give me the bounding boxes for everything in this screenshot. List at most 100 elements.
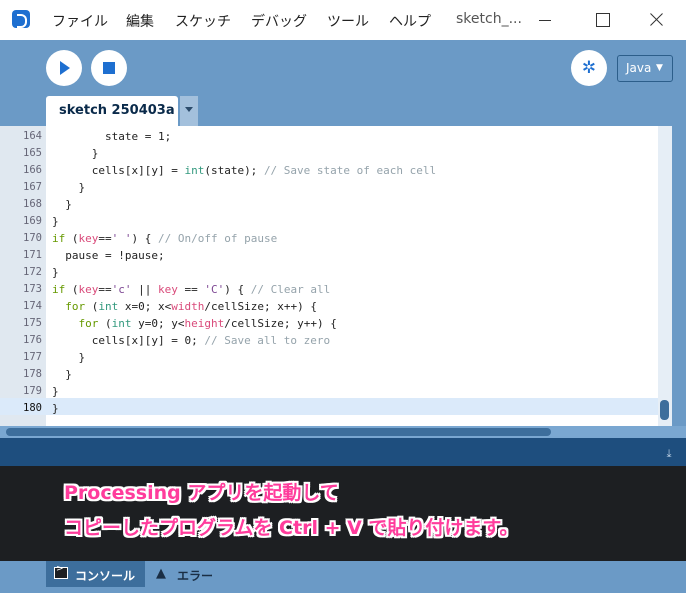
code-token: for <box>65 300 86 313</box>
maximize-button[interactable] <box>590 8 614 32</box>
line-number: 170 <box>23 232 42 244</box>
line-number: 176 <box>23 334 42 346</box>
code-line: } <box>52 145 99 162</box>
code-editor[interactable]: 164 state = 1; 165 } 166 cells[x][y] = int… <box>0 126 686 426</box>
code-token: // On/off of pause <box>158 232 278 245</box>
line-number: 169 <box>23 215 42 227</box>
mode-select[interactable]: Java ▼ <box>617 55 673 82</box>
debug-icon: ✲ <box>581 58 597 78</box>
line-number: 164 <box>23 130 42 142</box>
code-token: if <box>52 232 66 245</box>
code-token: pause = !pause; <box>52 249 165 262</box>
code-token: 'c' <box>111 283 132 296</box>
code-token: == <box>98 232 112 245</box>
debug-button[interactable]: ✲ <box>571 50 607 86</box>
code-line: } <box>52 264 59 281</box>
code-token: ) { <box>224 283 251 296</box>
app-icon[interactable] <box>12 10 30 28</box>
code-token: // Save state of each cell <box>263 164 437 177</box>
menu-help[interactable]: ヘルプ <box>389 11 431 31</box>
code-token: ( <box>85 300 99 313</box>
code-token: int <box>184 164 205 177</box>
run-button[interactable] <box>46 50 82 86</box>
line-number: 165 <box>23 147 42 159</box>
warning-icon: ▲ <box>156 566 166 581</box>
console-area: Processing アプリを起動して コピーしたプログラムを Ctrl + V… <box>0 466 686 561</box>
code-line: } <box>52 213 59 230</box>
code-token: ' ' <box>111 232 132 245</box>
code-token: state = 1; <box>52 130 172 143</box>
code-token: x=0; x< <box>118 300 172 313</box>
line-number: 168 <box>23 198 42 210</box>
code-line: cells[x][y] = 0; // Save all to zero <box>52 332 330 349</box>
code-token: == <box>177 283 205 296</box>
code-token: } <box>52 215 59 228</box>
mode-label: Java <box>626 61 652 75</box>
code-token: (state); <box>204 164 264 177</box>
console-tab[interactable]: コンソール <box>46 561 145 587</box>
code-token: } <box>52 147 99 160</box>
code-token: for <box>78 317 99 330</box>
code-line: for (int y=0; y<height/cellSize; y++) { <box>52 315 337 332</box>
errors-tab[interactable]: ▲ エラー <box>150 561 230 587</box>
horizontal-scrollbar-thumb[interactable] <box>6 428 551 436</box>
code-line: } <box>52 349 85 366</box>
code-token: ( <box>98 317 112 330</box>
line-number: 177 <box>23 351 42 363</box>
close-button[interactable] <box>645 8 669 32</box>
current-line-highlight <box>0 398 658 415</box>
code-line: for (int x=0; x<width/cellSize; x++) { <box>52 298 317 315</box>
code-line: pause = !pause; <box>52 247 165 264</box>
code-token: || <box>131 283 158 296</box>
code-token: } <box>52 181 86 194</box>
line-number: 166 <box>23 164 42 176</box>
horizontal-scrollbar[interactable] <box>0 426 686 438</box>
menu-tools[interactable]: ツール <box>327 11 369 31</box>
line-number: 178 <box>23 368 42 380</box>
tab-label: sketch 250403a <box>59 103 175 118</box>
code-token: key <box>158 283 178 296</box>
code-line: } <box>52 196 72 213</box>
tab-menu-button[interactable] <box>180 96 198 126</box>
code-token: cells[x][y] = <box>52 164 185 177</box>
code-token: int <box>111 317 132 330</box>
tab-sketch[interactable]: sketch 250403a <box>46 96 178 126</box>
code-line: } <box>52 400 59 417</box>
code-line: cells[x][y] = int(state); // Save state … <box>52 162 436 179</box>
code-line: if (key=='c' || key == 'C') { // Clear a… <box>52 281 330 298</box>
stop-button[interactable] <box>91 50 127 86</box>
console-header: ⤓ <box>0 438 686 466</box>
code-token: height <box>184 317 225 330</box>
code-token: key <box>78 283 99 296</box>
line-number: 179 <box>23 385 42 397</box>
window-title: sketch_... <box>456 11 522 27</box>
code-line: } <box>52 383 59 400</box>
line-number: 175 <box>23 317 42 329</box>
console-tab-label: コンソール <box>75 569 136 583</box>
code-token: } <box>52 198 72 211</box>
line-number: 172 <box>23 266 42 278</box>
line-number: 171 <box>23 249 42 261</box>
collapse-icon[interactable]: ⤓ <box>663 448 675 460</box>
code-token: /cellSize; y++) { <box>224 317 337 330</box>
minimize-button[interactable] <box>533 8 557 32</box>
code-line: } <box>52 179 85 196</box>
menu-sketch[interactable]: スケッチ <box>175 11 231 31</box>
code-token: 'C' <box>204 283 225 296</box>
menu-file[interactable]: ファイル <box>52 11 108 31</box>
code-token: cells[x][y] = 0; <box>52 334 205 347</box>
code-line: state = 1; <box>52 128 171 145</box>
code-token: == <box>98 283 112 296</box>
code-token: // Clear all <box>250 283 331 296</box>
menu-debug[interactable]: デバッグ <box>251 11 307 31</box>
vertical-scrollbar[interactable] <box>658 126 672 426</box>
vertical-scrollbar-thumb[interactable] <box>660 400 669 420</box>
caption-line-1: Processing アプリを起動して <box>64 482 339 504</box>
code-line: if (key==' ') { // On/off of pause <box>52 230 277 247</box>
code-token: /cellSize; x++) { <box>204 300 317 313</box>
dropdown-arrow-icon: ▼ <box>656 63 663 73</box>
menu-edit[interactable]: 編集 <box>126 11 154 31</box>
code-token: } <box>52 266 59 279</box>
